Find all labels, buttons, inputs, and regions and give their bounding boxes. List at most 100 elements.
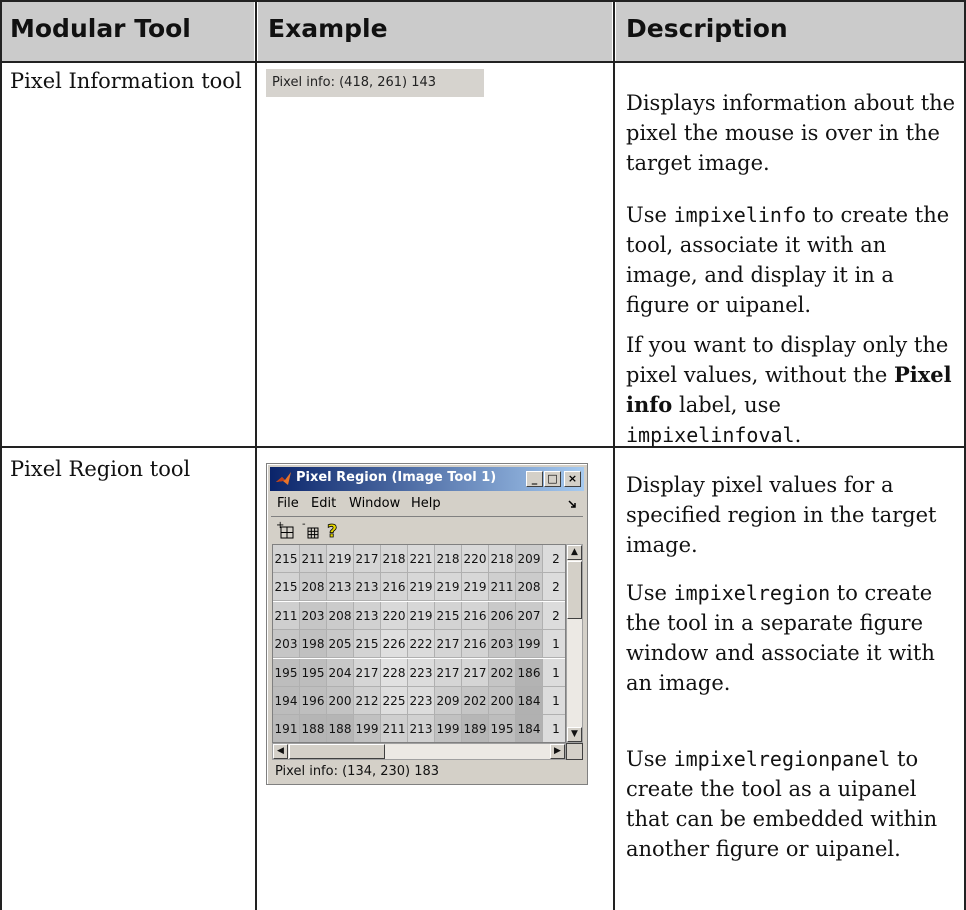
- grid-cell: 1: [543, 630, 565, 659]
- grid-cell: 219: [462, 573, 489, 602]
- grid-cell: 215: [273, 573, 300, 602]
- description-paragraph: Display pixel values for a specified reg…: [626, 473, 937, 557]
- code-impixelinfoval: impixelinfoval: [626, 423, 795, 447]
- tool-name-pixel-region: Pixel Region tool: [10, 457, 191, 481]
- grid-cell: 215: [273, 545, 300, 573]
- grid-cell: 215: [435, 601, 462, 630]
- matlab-logo-icon: [276, 472, 291, 485]
- horizontal-scroll-thumb[interactable]: [289, 744, 385, 759]
- scroll-left-arrow-icon[interactable]: ◀: [273, 744, 288, 759]
- grid-cell: 216: [462, 601, 489, 630]
- grid-cell: 212: [354, 687, 381, 715]
- grid-cell: 216: [381, 573, 408, 602]
- zoom-out-grid-icon[interactable]: -: [301, 520, 323, 540]
- header-divider: [0, 61, 966, 63]
- grid-cell: 219: [408, 601, 435, 630]
- window-toolbar: + - ?: [271, 516, 583, 542]
- header-cell-example: Example: [258, 0, 612, 62]
- grid-cell: 1: [543, 687, 565, 715]
- grid-row: 194 196 200 212 225 223 209 202 200 184 1: [273, 687, 565, 715]
- grid-cell: 219: [327, 545, 354, 573]
- grid-cell: 199: [435, 715, 462, 742]
- dock-arrow-icon[interactable]: [567, 499, 577, 509]
- code-impixelregion: impixelregion: [673, 581, 831, 605]
- grid-cell: 219: [435, 573, 462, 602]
- scroll-corner: [566, 743, 583, 760]
- column-divider-2: [613, 0, 615, 910]
- description-paragraph: Use impixelinfo to create the tool, asso…: [626, 203, 950, 317]
- menu-help[interactable]: Help: [411, 496, 441, 511]
- grid-cell: 218: [435, 545, 462, 573]
- close-button[interactable]: ×: [564, 471, 581, 487]
- table-border-left: [0, 0, 2, 910]
- grid-cell: 198: [300, 630, 327, 659]
- maximize-button[interactable]: □: [544, 471, 561, 487]
- minimize-button[interactable]: _: [526, 471, 543, 487]
- grid-cell: 204: [327, 658, 354, 687]
- vertical-scrollbar[interactable]: ▲ ▼: [566, 544, 583, 743]
- grid-cell: 228: [381, 658, 408, 687]
- menu-file[interactable]: File: [277, 496, 299, 511]
- pixel-value-grid[interactable]: 215 211 219 217 218 221 218 220 218 209 2 215 208 213…: [272, 544, 566, 743]
- grid-cell: 219: [408, 573, 435, 602]
- vertical-scroll-thumb[interactable]: [567, 561, 582, 619]
- description-paragraph: Displays information about the pixel the…: [626, 91, 956, 175]
- svg-text:?: ?: [327, 521, 337, 540]
- grid-cell: 218: [381, 545, 408, 573]
- menu-window[interactable]: Window: [349, 496, 400, 511]
- scroll-right-arrow-icon[interactable]: ▶: [550, 744, 565, 759]
- scroll-down-arrow-icon[interactable]: ▼: [567, 727, 582, 742]
- pixel-region-window: Pixel Region (Image Tool 1) _ □ × File E…: [266, 463, 588, 785]
- help-question-icon[interactable]: ?: [323, 520, 345, 540]
- description-row-2-usage: Use impixelregion to create the tool in …: [626, 578, 958, 698]
- grid-cell: 184: [516, 687, 543, 715]
- grid-cell: 220: [381, 601, 408, 630]
- grid-cell: 208: [516, 573, 543, 602]
- grid-cell: 225: [381, 687, 408, 715]
- scroll-up-arrow-icon[interactable]: ▲: [567, 545, 582, 560]
- grid-cell: 220: [462, 545, 489, 573]
- grid-cell: 217: [435, 630, 462, 659]
- grid-row: 203 198 205 215 226 222 217 216 203 199 1: [273, 630, 565, 659]
- horizontal-scrollbar[interactable]: ◀ ▶: [272, 743, 566, 760]
- grid-cell: 202: [462, 687, 489, 715]
- grid-cell: 199: [516, 630, 543, 659]
- grid-cell: 188: [327, 715, 354, 742]
- description-paragraph: If you want to display only the pixel va…: [626, 333, 952, 447]
- grid-row: 191 188 188 199 211 213 199 189 195 184 1: [273, 715, 565, 742]
- grid-row: 195 195 204 217 228 223 217 217 202 186 1: [273, 658, 565, 687]
- header-example: Example: [268, 14, 388, 43]
- svg-text:+: +: [276, 520, 284, 531]
- grid-cell: 2: [543, 545, 565, 573]
- window-title: Pixel Region (Image Tool 1): [296, 470, 497, 485]
- grid-row: 211 203 208 213 220 219 215 216 206 207 2: [273, 601, 565, 630]
- grid-cell: 223: [408, 687, 435, 715]
- grid-cell: 217: [462, 658, 489, 687]
- description-row-1-note: If you want to display only the pixel va…: [626, 330, 958, 450]
- grid-cell: 188: [300, 715, 327, 742]
- grid-cell: 213: [408, 715, 435, 742]
- code-impixelinfo: impixelinfo: [673, 203, 807, 227]
- menu-edit[interactable]: Edit: [311, 496, 336, 511]
- column-divider-1: [255, 0, 257, 910]
- header-description: Description: [626, 14, 788, 43]
- grid-cell: 203: [273, 630, 300, 659]
- grid-cell: 191: [273, 715, 300, 742]
- grid-cell: 195: [300, 658, 327, 687]
- description-paragraph: Use impixelregion to create the tool in …: [626, 581, 935, 695]
- grid-cell: 1: [543, 715, 565, 742]
- grid-cell: 218: [489, 545, 516, 573]
- description-paragraph: Use impixelregionpanel to create the too…: [626, 747, 938, 861]
- header-cell-description: Description: [616, 0, 966, 62]
- grid-cell: 200: [327, 687, 354, 715]
- zoom-in-grid-icon[interactable]: +: [275, 520, 297, 540]
- description-row-1-usage: Use impixelinfo to create the tool, asso…: [626, 200, 958, 320]
- description-row-2-panel: Use impixelregionpanel to create the too…: [626, 744, 958, 864]
- grid-cell: 226: [381, 630, 408, 659]
- grid-cell: 222: [408, 630, 435, 659]
- grid-cell: 217: [354, 545, 381, 573]
- grid-cell: 209: [516, 545, 543, 573]
- grid-cell: 186: [516, 658, 543, 687]
- menu-bar: File Edit Window Help: [271, 494, 583, 514]
- window-title-bar[interactable]: Pixel Region (Image Tool 1) _ □ ×: [270, 467, 584, 491]
